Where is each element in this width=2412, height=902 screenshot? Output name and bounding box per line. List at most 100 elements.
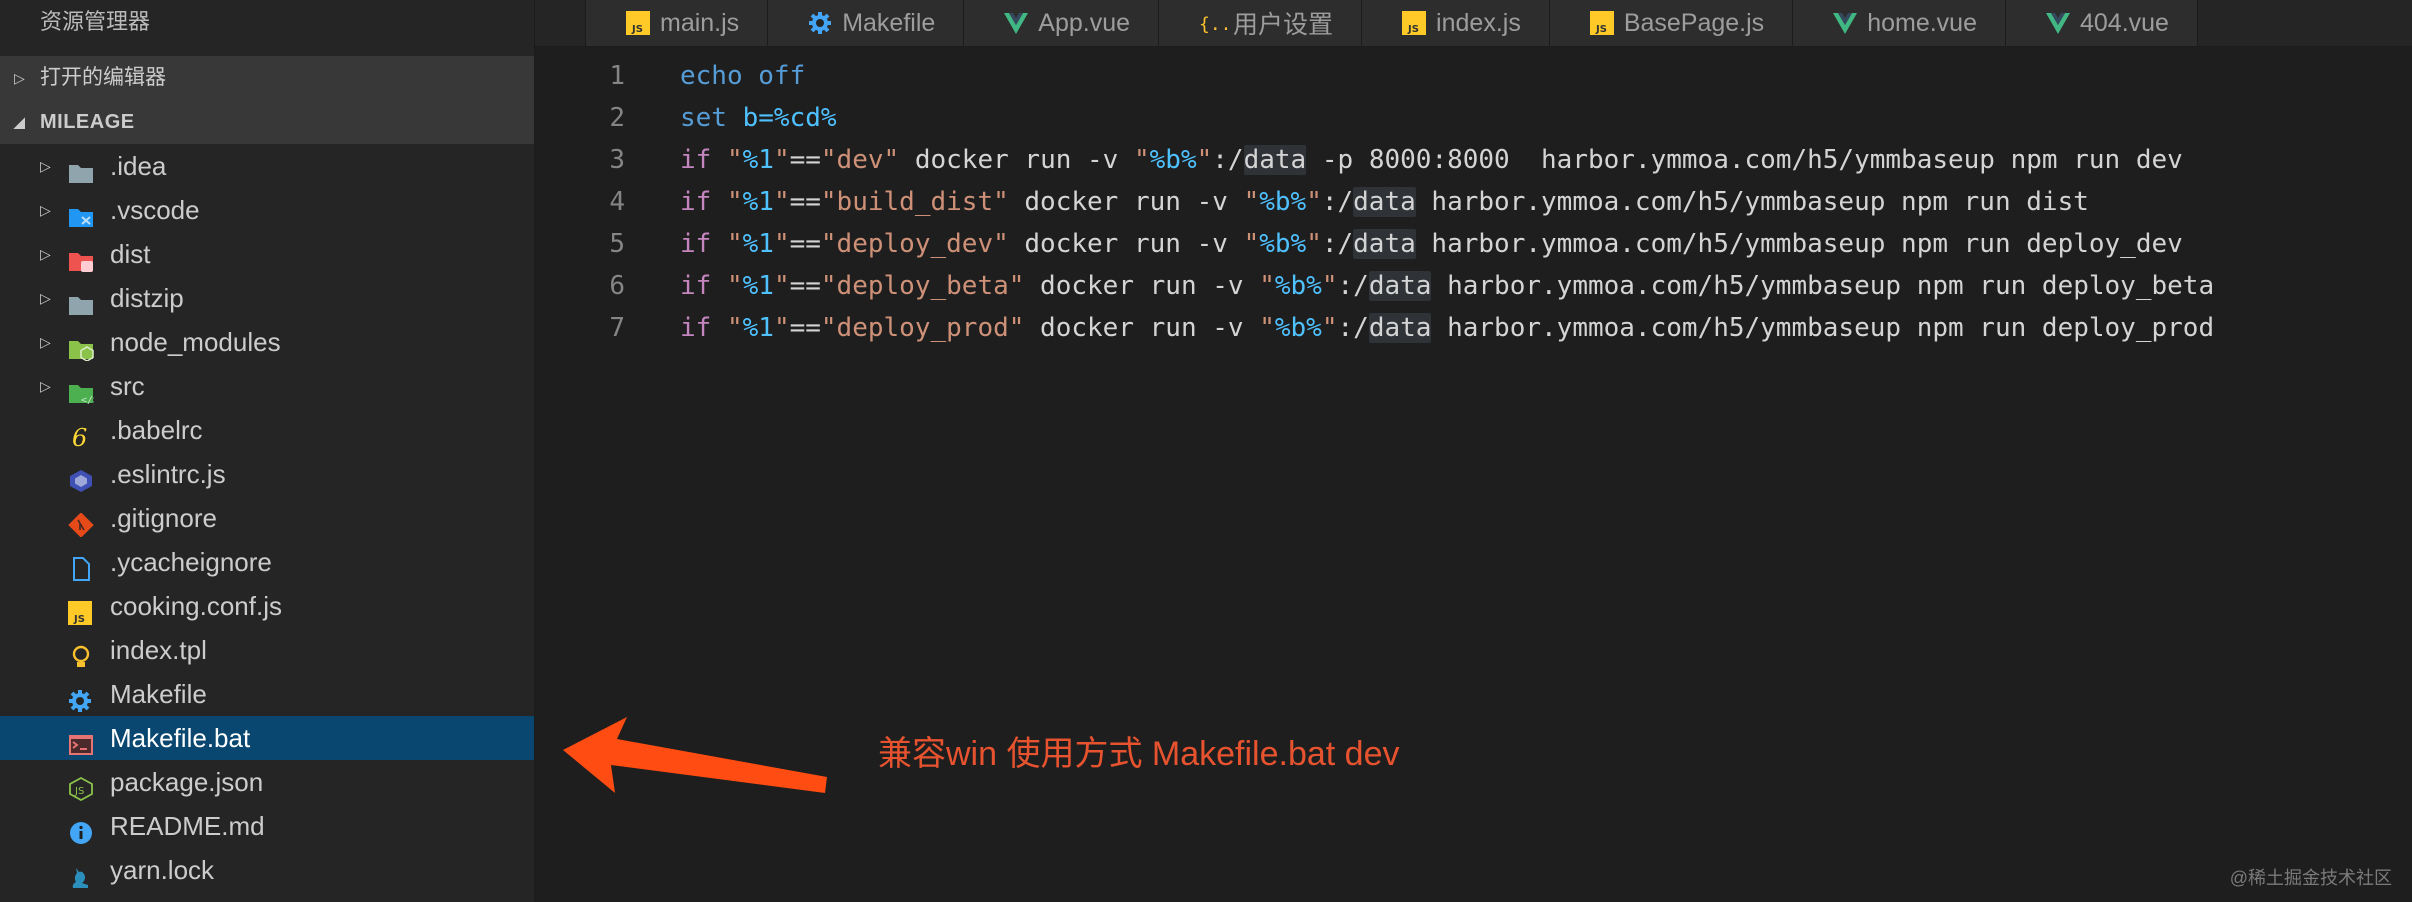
src-folder-icon: </> bbox=[68, 374, 99, 406]
tab-label: 404.vue bbox=[2079, 8, 2169, 37]
project-section[interactable]: ◢ MILEAGE bbox=[0, 100, 534, 144]
code-token: if bbox=[680, 313, 712, 343]
chevron-right-icon[interactable]: ▷ bbox=[40, 188, 51, 232]
tree-folder[interactable]: ▷ dist bbox=[0, 232, 534, 276]
tab-bar-spacer bbox=[535, 0, 586, 46]
code-token: == bbox=[789, 271, 821, 301]
vue-icon bbox=[1004, 11, 1029, 35]
chevron-right-icon[interactable]: ▷ bbox=[40, 364, 51, 408]
svg-text:JS: JS bbox=[631, 24, 643, 35]
explorer-title: 资源管理器 bbox=[40, 9, 151, 34]
tab-label: 用户设置 bbox=[1233, 11, 1334, 39]
svg-text:</>: </> bbox=[81, 395, 94, 405]
code-token: harbor.ymmoa.com/h5/ymmbaseup npm run de… bbox=[1431, 271, 2215, 301]
chevron-down-icon: ◢ bbox=[14, 114, 26, 130]
svg-text:JS: JS bbox=[74, 786, 84, 797]
tree-item-label: .ycacheignore bbox=[110, 547, 272, 577]
code-token: %b% bbox=[1259, 187, 1307, 217]
tree-file[interactable]: index.tpl bbox=[0, 628, 534, 672]
tree-file[interactable]: .ycacheignore bbox=[0, 540, 534, 584]
tree-file[interactable]: Makefile.bat bbox=[0, 716, 534, 760]
line-number: 2 bbox=[609, 103, 625, 133]
code-token: %b% bbox=[1259, 229, 1307, 259]
tree-file[interactable]: .gitignore bbox=[0, 496, 534, 540]
dist-folder-icon bbox=[68, 242, 94, 272]
open-editors-section[interactable]: ▷ 打开的编辑器 bbox=[0, 56, 534, 100]
line-number: 4 bbox=[609, 187, 625, 217]
tree-file[interactable]: .eslintrc.js bbox=[0, 452, 534, 496]
tab-label: index.js bbox=[1436, 8, 1521, 37]
tab-label: main.js bbox=[660, 8, 740, 37]
code-token: :/ bbox=[1321, 229, 1354, 259]
code-token: data bbox=[1368, 271, 1432, 301]
open-editors-label: 打开的编辑器 bbox=[40, 66, 166, 89]
tree-folder[interactable]: ▷ </> src bbox=[0, 364, 534, 408]
tree-item-label: yarn.lock bbox=[110, 855, 215, 885]
chevron-right-icon: ▷ bbox=[14, 70, 25, 86]
code-token: data bbox=[1368, 313, 1432, 343]
code-token: "build_dist" bbox=[820, 187, 1009, 217]
code-line[interactable]: if "%1"=="deploy_beta" docker run -v "%b… bbox=[680, 265, 2214, 307]
chevron-right-icon[interactable]: ▷ bbox=[40, 232, 51, 276]
code-token: "deploy_beta" bbox=[820, 271, 1025, 301]
line-number: 5 bbox=[609, 229, 625, 259]
tree-item-label: README.md bbox=[110, 811, 265, 841]
editor-tab[interactable]: home.vue bbox=[1793, 0, 2006, 46]
editor-tab[interactable]: JS index.js bbox=[1362, 0, 1550, 46]
chevron-right-icon[interactable]: ▷ bbox=[40, 276, 51, 320]
tree-file[interactable]: README.md bbox=[0, 804, 534, 848]
yarn-icon bbox=[68, 858, 94, 888]
editor-tab[interactable]: 404.vue bbox=[2005, 0, 2198, 46]
tree-file[interactable]: Makefile bbox=[0, 672, 534, 716]
editor-tab[interactable]: Makefile bbox=[768, 0, 965, 46]
js-icon: JS bbox=[1589, 11, 1614, 35]
info-icon bbox=[68, 814, 94, 844]
tree-file[interactable]: JS package.json bbox=[0, 760, 534, 804]
editor-tab[interactable]: JS BasePage.js bbox=[1549, 0, 1794, 46]
tree-file[interactable]: 6 .babelrc bbox=[0, 408, 534, 452]
code-token: " bbox=[1321, 271, 1338, 301]
tree-folder[interactable]: ▷ node_modules bbox=[0, 320, 534, 364]
code-token: " bbox=[726, 271, 743, 301]
code-token: docker run -v bbox=[899, 145, 1134, 175]
code-token: data bbox=[1353, 229, 1416, 259]
code-token: if bbox=[680, 229, 712, 259]
vue-icon bbox=[2045, 11, 2070, 35]
code-line[interactable]: if "%1"=="deploy_prod" docker run -v "%b… bbox=[680, 307, 2214, 349]
code-token: " bbox=[1306, 229, 1322, 259]
chevron-right-icon[interactable]: ▷ bbox=[40, 144, 51, 188]
tree-folder[interactable]: ▷ distzip bbox=[0, 276, 534, 320]
line-number: 1 bbox=[609, 61, 625, 91]
editor-tab[interactable]: {..} 用户设置 bbox=[1159, 0, 1363, 46]
tree-item-label: src bbox=[110, 371, 145, 401]
code-token: echo off bbox=[680, 61, 806, 91]
code-token: if bbox=[680, 187, 712, 217]
tree-file[interactable]: yarn.lock bbox=[0, 848, 534, 892]
tab-label: BasePage.js bbox=[1623, 8, 1765, 37]
code-line[interactable]: echo off bbox=[680, 55, 805, 97]
code-line[interactable]: if "%1"=="deploy_dev" docker run -v "%b%… bbox=[680, 223, 2183, 265]
code-token: "deploy_prod" bbox=[820, 313, 1025, 343]
tree-item-label: node_modules bbox=[110, 327, 281, 357]
js-icon: JS bbox=[626, 11, 650, 35]
tree-item-label: .gitignore bbox=[110, 503, 217, 533]
code-token: harbor.ymmoa.com/h5/ymmbaseup npm run di… bbox=[1415, 187, 2089, 217]
tree-file[interactable]: JS cooking.conf.js bbox=[0, 584, 534, 628]
editor-tab[interactable]: App.vue bbox=[964, 0, 1160, 46]
tree-folder[interactable]: ▷ .vscode bbox=[0, 188, 534, 232]
tree-item-label: .babelrc bbox=[110, 415, 203, 445]
code-token: %b% bbox=[1274, 313, 1322, 343]
code-token: %b% bbox=[1274, 271, 1322, 301]
code-token: %1 bbox=[742, 313, 774, 343]
tab-label: App.vue bbox=[1038, 8, 1131, 37]
chevron-right-icon[interactable]: ▷ bbox=[40, 320, 51, 364]
code-line[interactable]: set b=%cd% bbox=[680, 97, 837, 139]
code-line[interactable]: if "%1"=="build_dist" docker run -v "%b%… bbox=[680, 181, 2089, 223]
code-line[interactable]: if "%1"=="dev" docker run -v "%b%":/data… bbox=[680, 139, 2183, 181]
editor-tab[interactable]: JS main.js bbox=[586, 0, 769, 46]
code-token: " bbox=[773, 271, 790, 301]
code-token: " bbox=[1321, 313, 1338, 343]
tree-folder[interactable]: ▷ .idea bbox=[0, 144, 534, 188]
